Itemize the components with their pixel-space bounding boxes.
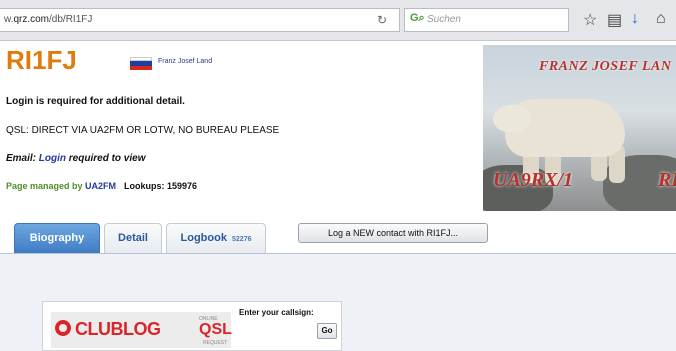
go-button[interactable]: Go — [317, 323, 337, 339]
tab-biography[interactable]: Biography — [14, 223, 100, 253]
log-new-contact-button[interactable]: Log a NEW contact with RI1FJ... — [298, 223, 488, 243]
clublog-widget: CLUBLOG ONLINE QSL REQUEST Enter your ca… — [42, 301, 342, 351]
profile-tabs: Biography Detail Logbook 52276 Log a NEW… — [0, 213, 676, 254]
banner-top-text: FRANZ JOSEF LAN — [539, 59, 672, 74]
callsign-input[interactable] — [239, 322, 323, 342]
url-bar[interactable]: w.qrz.com/db/RI1FJ ↻ — [0, 8, 400, 32]
manager-link[interactable]: UA2FM — [85, 181, 116, 191]
polar-bear-head — [493, 105, 531, 133]
banner-bottom-text: UA9RX/1 — [493, 169, 574, 191]
search-bar[interactable]: G⌕ Suchen — [404, 8, 569, 32]
browser-toolbar: w.qrz.com/db/RI1FJ ↻ G⌕ Suchen ☆ ▤ ↓ ⌂ — [0, 0, 676, 41]
clublog-swirl-icon — [55, 320, 71, 336]
login-notice: Login is required for additional detail. — [6, 96, 185, 107]
email-line: Email: Login required to view — [6, 153, 145, 164]
bookmarks-list-icon[interactable]: ▤ — [607, 10, 622, 30]
search-engine-icon[interactable]: G⌕ — [410, 12, 425, 25]
callsign-prompt: Enter your callsign: — [239, 308, 314, 317]
clublog-qsl-label: QSL — [199, 321, 232, 338]
tab-logbook[interactable]: Logbook 52276 — [166, 223, 266, 253]
email-label: Email: — [6, 153, 39, 164]
callsign-title: RI1FJ — [6, 45, 77, 75]
biography-content: CLUBLOG ONLINE QSL REQUEST Enter your ca… — [0, 254, 676, 351]
downloads-icon[interactable]: ↓ — [631, 10, 639, 28]
home-icon[interactable]: ⌂ — [656, 10, 666, 28]
logbook-count: 52276 — [232, 236, 252, 243]
clublog-logo: CLUBLOG ONLINE QSL REQUEST — [51, 312, 232, 348]
tab-detail[interactable]: Detail — [104, 223, 162, 253]
russia-flag-icon — [130, 57, 152, 70]
location-label: Franz Josef Land — [158, 58, 213, 65]
profile-banner-image: FRANZ JOSEF LAN UA9RX/1 RI — [483, 45, 676, 211]
tab-logbook-label: Logbook — [180, 232, 227, 244]
email-login-link[interactable]: Login — [39, 153, 66, 164]
qsl-info: QSL: DIRECT VIA UA2FM OR LOTW, NO BUREAU… — [6, 125, 280, 136]
email-suffix: required to view — [66, 153, 146, 164]
reload-icon[interactable]: ↻ — [377, 13, 387, 27]
bookmark-star-icon[interactable]: ☆ — [583, 10, 597, 30]
banner-bottom-text-2: RI — [658, 169, 676, 191]
managed-label: Page managed by — [6, 181, 86, 191]
lookups-count: Lookups: 159976 — [124, 181, 198, 191]
search-placeholder: Suchen — [427, 14, 461, 25]
url-text[interactable]: w.qrz.com/db/RI1FJ — [4, 14, 92, 25]
managed-line: Page managed by UA2FM Lookups: 159976 — [6, 181, 197, 191]
page-content: RI1FJ Franz Josef Land Login is required… — [0, 41, 676, 351]
clublog-name: CLUBLOG — [75, 319, 161, 339]
clublog-request-label: REQUEST — [203, 340, 228, 346]
